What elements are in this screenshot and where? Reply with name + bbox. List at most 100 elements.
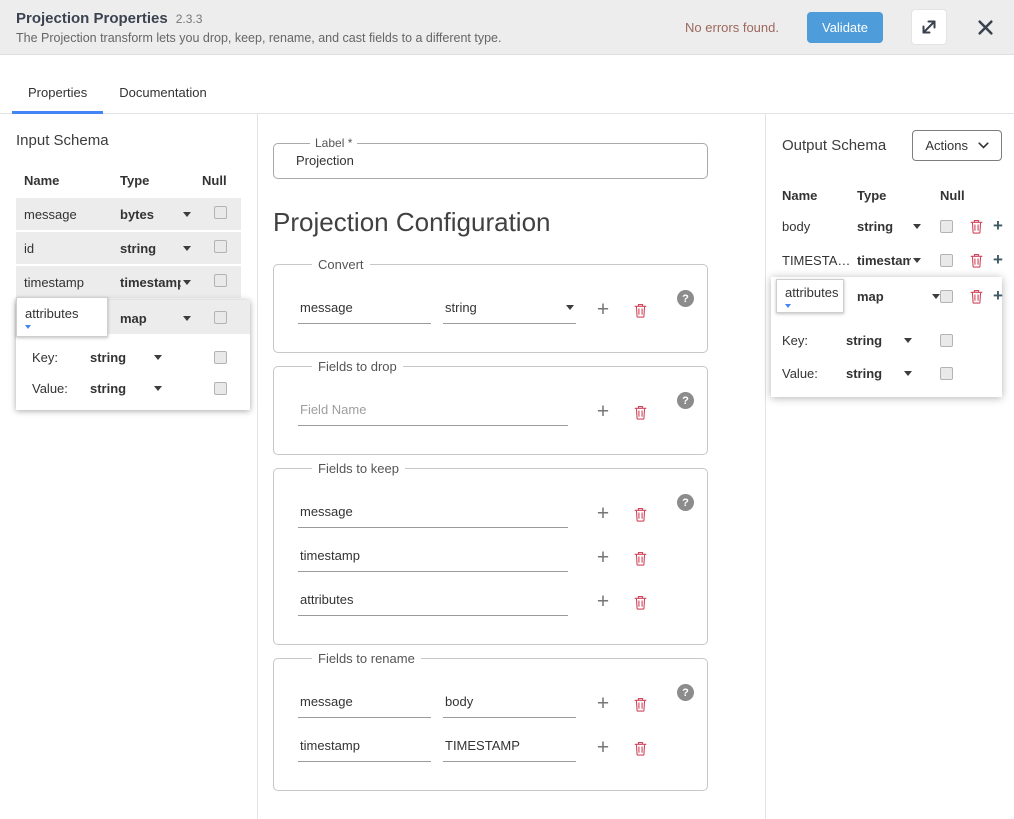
delete-row-button[interactable]	[634, 507, 647, 522]
input-schema-title: Input Schema	[16, 132, 241, 149]
type-select[interactable]: bytes	[120, 207, 191, 222]
chevron-down-icon	[183, 280, 191, 285]
value-type-select[interactable]: string	[846, 366, 912, 381]
table-row: timestamp timestamp	[16, 266, 241, 298]
keep-field-input[interactable]	[298, 544, 568, 572]
table-row: body string +	[782, 209, 1002, 243]
help-icon[interactable]: ?	[677, 392, 694, 409]
delete-field-button[interactable]	[966, 219, 990, 234]
delete-row-button[interactable]	[634, 551, 647, 566]
plugin-description: The Projection transform lets you drop, …	[16, 31, 501, 45]
drop-field-input[interactable]	[298, 398, 568, 426]
chevron-down-icon	[904, 371, 912, 376]
field-name: timestamp	[16, 275, 112, 290]
add-row-button[interactable]: +	[596, 405, 610, 419]
table-row: attributes map +	[782, 277, 1002, 315]
null-checkbox[interactable]	[214, 274, 227, 287]
keep-field-input[interactable]	[298, 500, 568, 528]
rename-to-input[interactable]	[443, 690, 576, 718]
rename-from-input[interactable]	[298, 690, 431, 718]
rename-to-input[interactable]	[443, 734, 576, 762]
type-select[interactable]: map	[120, 311, 191, 326]
type-select[interactable]: string	[120, 241, 191, 256]
add-field-button[interactable]: +	[990, 289, 1006, 303]
value-label: Value:	[32, 381, 90, 396]
help-icon[interactable]: ?	[677, 684, 694, 701]
null-checkbox[interactable]	[940, 334, 953, 347]
null-checkbox[interactable]	[214, 240, 227, 253]
chevron-down-icon	[183, 212, 191, 217]
key-type-select[interactable]: string	[846, 333, 912, 348]
delete-row-button[interactable]	[634, 697, 647, 712]
add-row-button[interactable]: +	[596, 507, 610, 521]
expand-button[interactable]	[911, 9, 947, 45]
add-field-button[interactable]: +	[990, 219, 1006, 233]
modal-header: Projection Properties 2.3.3 The Projecti…	[0, 0, 1014, 55]
configuration-panel: Label * Projection Configuration Convert…	[258, 114, 765, 819]
delete-row-button[interactable]	[634, 741, 647, 756]
add-field-button[interactable]: +	[990, 253, 1006, 267]
map-value-row: Value: string	[782, 366, 1002, 381]
delete-row-button[interactable]	[634, 595, 647, 610]
type-select[interactable]: string	[857, 219, 921, 234]
null-checkbox[interactable]	[214, 311, 227, 324]
keep-field-input[interactable]	[298, 588, 568, 616]
type-select[interactable]: map	[857, 289, 940, 304]
chevron-down-icon	[183, 246, 191, 251]
chevron-down-icon	[913, 224, 921, 229]
rename-from-input[interactable]	[298, 734, 431, 762]
chevron-down-icon	[932, 294, 940, 299]
trash-icon	[634, 595, 647, 610]
add-row-button[interactable]: +	[596, 595, 610, 609]
label-field-legend: Label *	[310, 136, 357, 150]
null-checkbox[interactable]	[940, 367, 953, 380]
output-schema-panel: Output Schema Actions Name Type Null bod…	[765, 114, 1014, 819]
add-row-button[interactable]: +	[596, 551, 610, 565]
type-select[interactable]: timestamp	[857, 253, 921, 268]
page-title: Projection Properties	[16, 10, 168, 27]
delete-field-button[interactable]	[966, 253, 990, 268]
add-row-button[interactable]: +	[596, 741, 610, 755]
null-checkbox[interactable]	[214, 382, 227, 395]
null-checkbox[interactable]	[940, 254, 953, 267]
trash-icon	[634, 303, 647, 318]
field-name-box[interactable]: attributes	[16, 297, 108, 337]
type-value: string	[857, 219, 893, 234]
tab-properties[interactable]: Properties	[12, 74, 103, 113]
add-row-button[interactable]: +	[596, 303, 610, 317]
validate-button[interactable]: Validate	[807, 12, 883, 43]
validation-status: No errors found.	[685, 20, 779, 35]
tab-documentation[interactable]: Documentation	[103, 74, 222, 113]
field-name: id	[16, 241, 112, 256]
column-name: Name	[16, 173, 112, 188]
value-type-select[interactable]: string	[90, 381, 162, 396]
add-row-button[interactable]: +	[596, 697, 610, 711]
column-type: Type	[857, 188, 940, 203]
column-null: Null	[202, 173, 242, 188]
delete-row-button[interactable]	[634, 303, 647, 318]
close-button[interactable]	[975, 17, 996, 38]
trash-icon	[970, 253, 983, 268]
delete-row-button[interactable]	[634, 405, 647, 420]
type-value: string	[90, 381, 126, 396]
key-type-select[interactable]: string	[90, 350, 162, 365]
null-checkbox[interactable]	[214, 351, 227, 364]
help-icon[interactable]: ?	[677, 494, 694, 511]
actions-button[interactable]: Actions	[912, 130, 1002, 161]
trash-icon	[970, 289, 983, 304]
type-value: map	[857, 289, 884, 304]
help-icon[interactable]: ?	[677, 290, 694, 307]
convert-group: Convert ? string +	[273, 257, 708, 353]
label-input[interactable]	[296, 152, 687, 168]
field-name-box[interactable]: attributes	[776, 279, 844, 313]
type-select[interactable]: timestamp	[120, 275, 191, 290]
fields-to-drop-legend: Fields to drop	[312, 359, 403, 374]
convert-type-select[interactable]: string	[443, 296, 576, 324]
convert-field-input[interactable]	[298, 296, 431, 324]
field-name: attributes	[25, 306, 99, 321]
null-checkbox[interactable]	[940, 220, 953, 233]
delete-field-button[interactable]	[966, 289, 990, 304]
column-type: Type	[112, 173, 202, 188]
null-checkbox[interactable]	[940, 290, 953, 303]
null-checkbox[interactable]	[214, 206, 227, 219]
